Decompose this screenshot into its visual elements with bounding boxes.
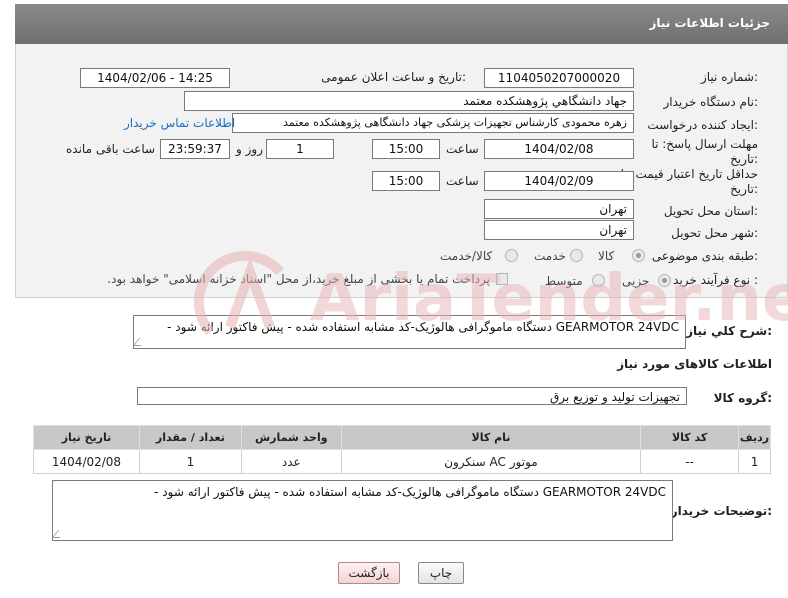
reply-deadline-date-field: 1404/02/08 (484, 139, 634, 159)
category-goods-radio[interactable] (632, 249, 645, 262)
delivery-city-label: شهر محل تحویل: (671, 226, 758, 240)
col-code: کد کالا (640, 425, 740, 450)
goods-section-title: اطلاعات کالاهای مورد نیاز (617, 357, 772, 371)
print-button[interactable]: چاپ (418, 562, 464, 584)
announce-datetime-field: 1404/02/06 - 14:25 (80, 68, 230, 88)
price-validity-date-field: 1404/02/09 (484, 171, 634, 191)
reply-time-label: ساعت (446, 142, 479, 156)
cell-qty: 1 (138, 449, 242, 474)
page-title: جزئیات اطلاعات نیاز (649, 16, 770, 30)
announce-datetime-label: تاریخ و ساعت اعلان عمومی: (321, 70, 466, 84)
col-qty: تعداد / مقدار (138, 425, 242, 450)
reply-deadline-time-field: 15:00 (372, 139, 440, 159)
back-button[interactable]: بازگشت (338, 562, 400, 584)
category-service-label: خدمت (534, 249, 566, 263)
buyer-org-field: جهاد دانشگاهي پژوهشکده معتمد (184, 91, 634, 111)
category-both-radio[interactable] (505, 249, 518, 262)
buyer-org-label: نام دستگاه خریدار: (663, 95, 759, 109)
goods-table-header: ردیف کد کالا نام کالا واحد شمارش تعداد /… (33, 425, 771, 450)
buyer-notes-text: GEARMOTOR 24VDC دستگاه ماموگرافی هالوژیک… (154, 485, 666, 499)
price-time-label: ساعت (446, 174, 479, 188)
summary-text: GEARMOTOR 24VDC دستگاه ماموگرافی هالوژیک… (167, 320, 679, 334)
delivery-city-field: تهران (484, 220, 634, 240)
cell-date: 1404/02/08 (33, 449, 140, 474)
reply-deadline-label: مهلت ارسال پاسخ: تا تاریخ: (651, 137, 758, 166)
col-date: تاریخ نیاز (33, 425, 140, 450)
buyer-contact-link[interactable]: اطلاعات تماس خریدار (124, 116, 235, 130)
goods-group-field: تجهیزات تولید و توزیع برق (137, 387, 687, 405)
goods-group-label: گروه کالا: (713, 391, 772, 405)
delivery-province-label: استان محل تحویل: (663, 204, 758, 218)
delivery-province-field: تهران (484, 199, 634, 219)
goods-table: ردیف کد کالا نام کالا واحد شمارش تعداد /… (33, 425, 771, 474)
reply-days-label: روز و (236, 142, 263, 156)
process-medium-label: متوسط (545, 274, 583, 288)
resize-grip-icon[interactable] (51, 530, 67, 538)
category-service-radio[interactable] (570, 249, 583, 262)
col-unit: واحد شمارش (240, 425, 342, 450)
treasury-note: پرداخت تمام یا بخشی از مبلغ خرید،از محل … (107, 272, 490, 286)
requester-label: ایجاد کننده درخواست: (647, 118, 758, 132)
remaining-time-field: 23:59:37 (160, 139, 230, 159)
col-name: نام کالا (340, 425, 642, 450)
panel-header: جزئیات اطلاعات نیاز (15, 4, 788, 44)
table-row: 1 -- موتور AC سنکرون عدد 1 1404/02/08 (33, 449, 771, 474)
buyer-notes-label: توضیحات خریدار: (670, 504, 772, 518)
process-minor-radio[interactable] (658, 274, 671, 287)
reply-days-field: 1 (266, 139, 334, 159)
summary-textarea[interactable]: GEARMOTOR 24VDC دستگاه ماموگرافی هالوژیک… (132, 315, 686, 349)
summary-label: شرح كلي نياز: (686, 324, 772, 338)
buyer-notes-textarea[interactable]: GEARMOTOR 24VDC دستگاه ماموگرافی هالوژیک… (51, 480, 673, 541)
category-label: طبقه بندی موضوعی: (651, 249, 758, 263)
price-validity-time-field: 15:00 (372, 171, 440, 191)
requester-field: زهره محمودی کارشناس تجهیزات پزشکی جهاد د… (232, 113, 634, 133)
remaining-time-label: ساعت باقی مانده (66, 142, 156, 156)
cell-row: 1 (738, 449, 771, 474)
resize-grip-icon[interactable] (132, 338, 148, 346)
process-minor-label: جزیی (622, 274, 650, 288)
cell-code: -- (640, 449, 740, 474)
category-both-label: کالا/خدمت (440, 249, 493, 263)
treasury-checkbox[interactable] (496, 273, 508, 285)
need-number-label: شماره نیاز: (700, 70, 758, 84)
cell-name: موتور AC سنکرون (340, 449, 642, 474)
category-goods-label: کالا (598, 249, 615, 263)
need-number-field: 1104050207000020 (484, 68, 634, 88)
process-type-label: نوع فرآیند خرید : (673, 273, 758, 287)
process-medium-radio[interactable] (592, 274, 605, 287)
cell-unit: عدد (240, 449, 342, 474)
col-row: ردیف (738, 425, 771, 450)
